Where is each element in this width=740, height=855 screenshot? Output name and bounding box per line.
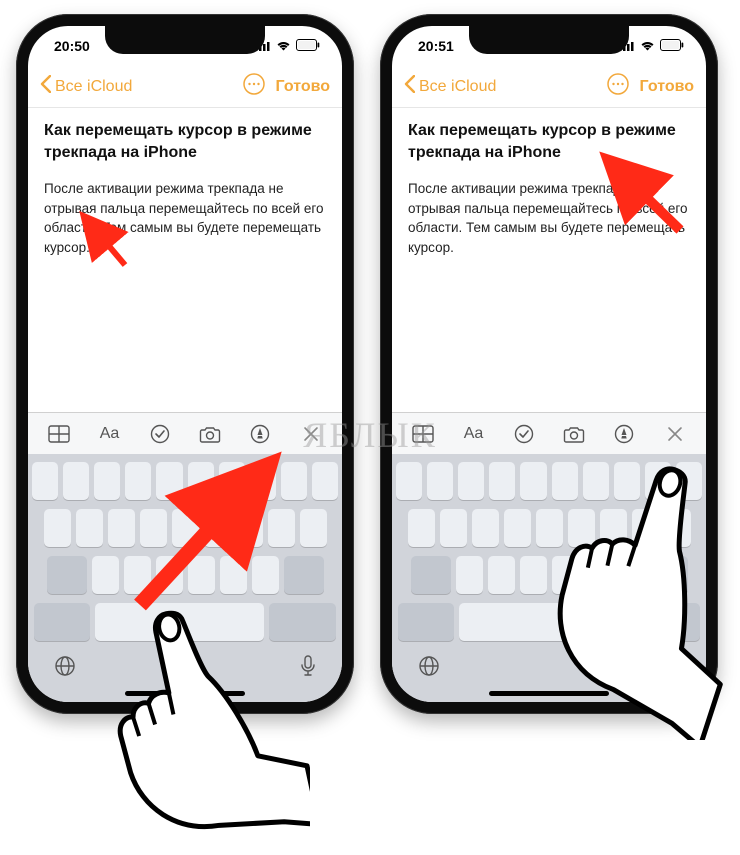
keyboard-panel: Aa <box>392 412 706 702</box>
phone-frame: 20:51 Все iCloud Г <box>380 14 718 714</box>
note-body: После активации режима трекпада не отрыв… <box>44 179 326 257</box>
phone-frame: 20:50 Все iCloud Г <box>16 14 354 714</box>
chevron-left-icon <box>404 75 415 98</box>
note-body: После активации режима трекпада не отрыв… <box>408 179 690 257</box>
more-button[interactable] <box>242 75 266 99</box>
close-icon[interactable] <box>657 416 693 452</box>
note-title: Как перемещать курсор в режиме трекпада … <box>44 120 326 163</box>
notes-toolbar: Aa <box>392 412 706 454</box>
status-time: 20:51 <box>418 38 454 54</box>
markup-icon[interactable] <box>242 416 278 452</box>
wifi-icon <box>640 38 655 54</box>
close-icon[interactable] <box>293 416 329 452</box>
notch <box>105 26 265 54</box>
table-icon[interactable] <box>41 416 77 452</box>
nav-bar: Все iCloud Готово <box>392 66 706 108</box>
format-icon[interactable]: Aa <box>91 416 127 452</box>
note-content[interactable]: Как перемещать курсор в режиме трекпада … <box>392 108 706 269</box>
note-content[interactable]: Как перемещать курсор в режиме трекпада … <box>28 108 342 269</box>
format-icon[interactable]: Aa <box>455 416 491 452</box>
keyboard-trackpad[interactable] <box>28 454 342 647</box>
table-icon[interactable] <box>405 416 441 452</box>
ellipsis-icon <box>607 73 629 100</box>
battery-icon <box>296 38 320 54</box>
back-label: Все iCloud <box>55 78 132 96</box>
battery-icon <box>660 38 684 54</box>
mic-icon[interactable] <box>664 655 680 682</box>
markup-icon[interactable] <box>606 416 642 452</box>
mic-icon[interactable] <box>300 655 316 682</box>
globe-icon[interactable] <box>54 655 76 682</box>
keyboard-trackpad[interactable] <box>392 454 706 647</box>
keyboard-panel: Aa <box>28 412 342 702</box>
ellipsis-icon <box>243 73 265 100</box>
note-title: Как перемещать курсор в режиме трекпада … <box>408 120 690 163</box>
chevron-left-icon <box>40 75 51 98</box>
phone-screen: 20:51 Все iCloud Г <box>392 26 706 702</box>
text-cursor <box>90 239 92 254</box>
camera-icon[interactable] <box>192 416 228 452</box>
phone-mockup-left: 20:50 Все iCloud Г <box>16 14 354 714</box>
camera-icon[interactable] <box>556 416 592 452</box>
phone-screen: 20:50 Все iCloud Г <box>28 26 342 702</box>
globe-icon[interactable] <box>418 655 440 682</box>
status-time: 20:50 <box>54 38 90 54</box>
done-button[interactable]: Готово <box>276 78 330 96</box>
checklist-icon[interactable] <box>506 416 542 452</box>
notes-toolbar: Aa <box>28 412 342 454</box>
back-button[interactable]: Все iCloud <box>404 75 496 98</box>
notch <box>469 26 629 54</box>
phone-mockup-right: 20:51 Все iCloud Г <box>380 14 718 714</box>
more-button[interactable] <box>606 75 630 99</box>
checklist-icon[interactable] <box>142 416 178 452</box>
nav-bar: Все iCloud Готово <box>28 66 342 108</box>
wifi-icon <box>276 38 291 54</box>
home-indicator[interactable] <box>489 691 609 696</box>
done-button[interactable]: Готово <box>640 78 694 96</box>
home-indicator[interactable] <box>125 691 245 696</box>
back-button[interactable]: Все iCloud <box>40 75 132 98</box>
back-label: Все iCloud <box>419 78 496 96</box>
